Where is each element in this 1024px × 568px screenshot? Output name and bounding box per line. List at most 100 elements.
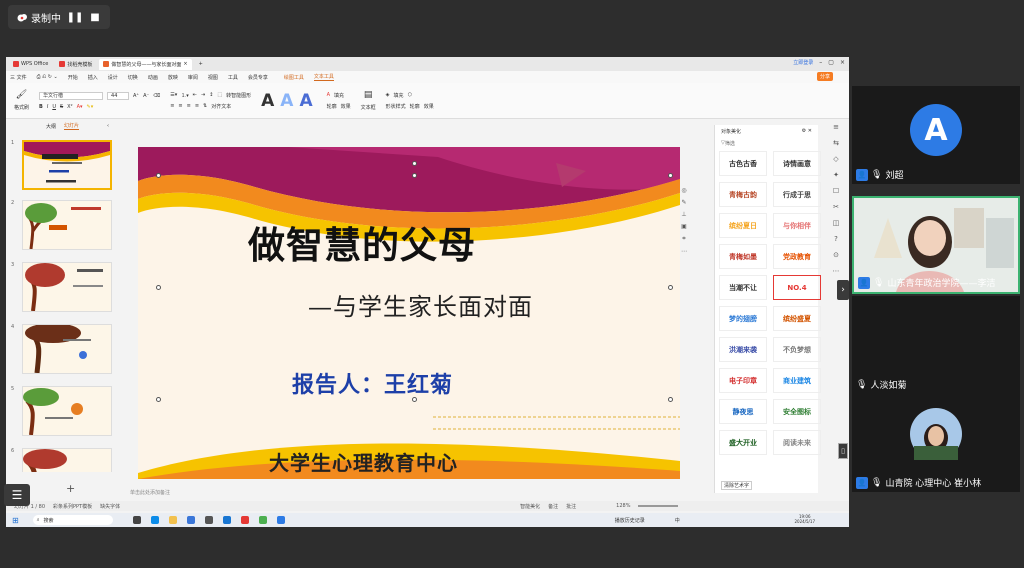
menu-tools[interactable]: 工具: [228, 74, 238, 81]
indent-icon[interactable]: ⇤: [193, 92, 197, 98]
font-color-icon[interactable]: A▾: [77, 104, 83, 110]
style-item[interactable]: 缤纷夏日: [719, 213, 767, 238]
meeting-icon[interactable]: [276, 516, 285, 524]
text-direction-icon[interactable]: ⇅: [203, 103, 207, 109]
style-item[interactable]: 电子印章: [719, 368, 767, 393]
wordart-style-blue[interactable]: A: [280, 91, 293, 111]
wordart-style-black[interactable]: A: [261, 91, 274, 111]
edit-icon[interactable]: ✎: [681, 199, 686, 206]
superscript-icon[interactable]: X²: [67, 104, 72, 110]
menu-text-tools[interactable]: 文本工具: [313, 73, 334, 81]
menu-animation[interactable]: 动画: [148, 74, 158, 81]
resize-handle[interactable]: [156, 173, 161, 178]
menu-slideshow[interactable]: 放映: [168, 74, 178, 81]
system-clock[interactable]: 19:06 2024/5/17: [794, 514, 815, 524]
thumbnail-5[interactable]: [22, 386, 112, 436]
notes-toggle[interactable]: 备注: [548, 503, 558, 510]
style-item[interactable]: 梦的翅膀: [719, 306, 767, 331]
participant-tile[interactable]: 👤 🎙 山东青年政治学院——李洁: [852, 196, 1020, 294]
tool-icon[interactable]: ✂: [833, 203, 839, 211]
style-item[interactable]: 行成于思: [773, 182, 821, 207]
text-effect-label[interactable]: 效果: [341, 103, 351, 110]
align-center-icon[interactable]: ≡: [178, 103, 182, 109]
resize-handle[interactable]: [156, 397, 161, 402]
shape-style-icon[interactable]: ⬡: [408, 92, 412, 98]
app-icon[interactable]: [204, 516, 213, 524]
menu-member[interactable]: 会员专享: [248, 74, 268, 81]
align-text-label[interactable]: 对齐文本: [211, 103, 231, 110]
folder-icon[interactable]: [168, 516, 177, 524]
phone-icon[interactable]: ▯: [838, 443, 848, 459]
style-item[interactable]: 不负梦想: [773, 337, 821, 362]
number-list-icon[interactable]: ⒈▾: [181, 92, 189, 99]
clear-wordart-button[interactable]: 清除艺术字: [721, 481, 753, 490]
style-item[interactable]: 青梅如墨: [719, 244, 767, 269]
strike-icon[interactable]: S: [60, 104, 63, 110]
new-tab-button[interactable]: +: [195, 59, 207, 70]
participant-tile[interactable]: A 👤 🎙 刘超: [852, 86, 1020, 184]
zoom-slider[interactable]: [638, 505, 679, 507]
tool-icon[interactable]: ✦: [833, 171, 839, 179]
shape-outline-label[interactable]: 轮廓: [410, 103, 420, 110]
bold-icon[interactable]: B: [39, 104, 43, 110]
tab-outline[interactable]: 大纲: [46, 123, 56, 130]
shape-style-label[interactable]: 形状样式: [386, 103, 406, 110]
notes-placeholder[interactable]: 单击此处添加备注: [130, 489, 170, 496]
panel-filter[interactable]: ▽ 筛选: [715, 137, 818, 149]
shape-effect-label[interactable]: 效果: [424, 103, 434, 110]
app-icon[interactable]: [222, 516, 231, 524]
style-item[interactable]: 洪潮来袭: [719, 337, 767, 362]
slide-subtitle[interactable]: —与学生家长面对面: [308, 287, 533, 322]
slide-title[interactable]: 做智慧的父母: [248, 215, 476, 269]
justify-icon[interactable]: ≡: [195, 103, 199, 109]
frame-icon[interactable]: ▣: [681, 223, 687, 230]
thumbnail-2[interactable]: [22, 200, 112, 250]
menu-file[interactable]: 三 文件: [10, 74, 27, 81]
style-item[interactable]: 静夜思: [719, 399, 767, 424]
resize-handle[interactable]: [412, 173, 417, 178]
menu-view[interactable]: 视图: [208, 74, 218, 81]
tool-icon[interactable]: ⇆: [833, 139, 839, 147]
more-icon[interactable]: ⋯: [681, 248, 687, 255]
ime-indicator[interactable]: 中: [675, 517, 680, 524]
resize-handle[interactable]: [668, 285, 673, 290]
style-item[interactable]: NO.4: [773, 275, 821, 300]
style-item[interactable]: 与你相伴: [773, 213, 821, 238]
template-name[interactable]: 彩条系列PPT模板: [53, 503, 92, 510]
style-item[interactable]: 安全图标: [773, 399, 821, 424]
login-button[interactable]: 立即登录: [793, 59, 813, 66]
line-spacing-icon[interactable]: ↕: [209, 92, 213, 98]
align-left-icon[interactable]: ≡: [170, 103, 174, 109]
style-item[interactable]: 阅读未来: [773, 430, 821, 455]
minimize-icon[interactable]: –: [819, 59, 822, 66]
store-icon[interactable]: [186, 516, 195, 524]
tab-template[interactable]: 找稻壳模板: [55, 59, 96, 70]
help-icon[interactable]: ?: [834, 235, 838, 243]
thumbnail-3[interactable]: [22, 262, 112, 312]
expand-panel-button[interactable]: ›: [837, 280, 849, 300]
slide-canvas[interactable]: 做智慧的父母 —与学生家长面对面 报告人：王红菊 大学生心理教育中心: [138, 147, 680, 479]
style-item[interactable]: 盛大开业: [719, 430, 767, 455]
resize-handle[interactable]: [668, 397, 673, 402]
text-fill-label[interactable]: 填充: [334, 92, 344, 99]
convert-smart-label[interactable]: 转智能图形: [226, 92, 251, 99]
convert-smart-icon[interactable]: ⬚: [217, 92, 222, 98]
style-item[interactable]: 缤纷盛夏: [773, 306, 821, 331]
slide-organization[interactable]: 大学生心理教育中心: [269, 447, 458, 476]
tool-icon[interactable]: ☐: [833, 187, 839, 195]
outdent-icon[interactable]: ⇥: [201, 92, 205, 98]
clear-format-icon[interactable]: ⌫: [153, 93, 160, 99]
comment-toggle[interactable]: 批注: [566, 503, 576, 510]
highlight-icon[interactable]: ✎▾: [87, 104, 94, 110]
layers-icon[interactable]: ◎: [681, 187, 686, 194]
tool-icon[interactable]: ◇: [833, 155, 838, 163]
taskbar-search[interactable]: ⌕ 搜索: [32, 515, 113, 525]
pause-icon[interactable]: ❚❚: [67, 11, 84, 23]
collapse-icon[interactable]: ‹: [107, 123, 109, 129]
italic-icon[interactable]: I: [47, 104, 48, 110]
text-box-group[interactable]: ▤ 文本框: [361, 90, 376, 111]
tab-wps-office[interactable]: WPS Office: [9, 59, 52, 70]
stop-icon[interactable]: ■: [89, 11, 101, 23]
close-icon[interactable]: ×: [183, 61, 187, 67]
bullet-list-icon[interactable]: ☰▾: [170, 92, 177, 98]
